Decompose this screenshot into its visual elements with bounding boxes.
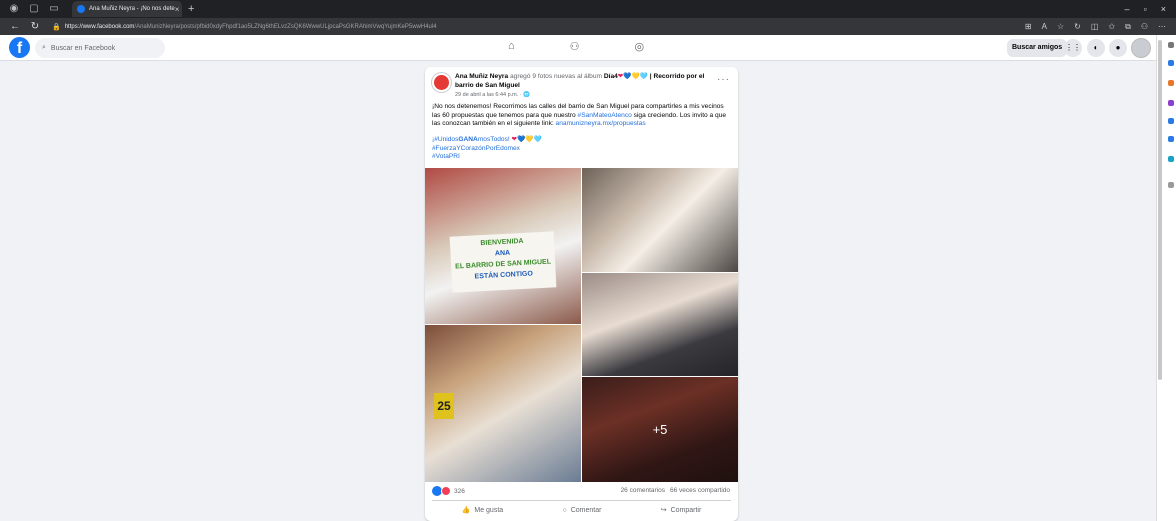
find-friends-button[interactable]: Buscar amigos <box>1007 39 1068 57</box>
page-scrollbar[interactable] <box>1158 40 1162 380</box>
price-tag: 25 <box>434 393 454 419</box>
proposals-link[interactable]: anamunizneyra.mx/propuestas <box>556 120 646 127</box>
hashtag-unidos-prefix: ¡#Unidos <box>432 136 459 143</box>
profile-icon[interactable]: ◉ <box>8 3 20 15</box>
gaming-icon[interactable]: ◎ <box>635 40 645 53</box>
minimize-icon[interactable]: – <box>1125 4 1130 14</box>
tab-actions-icon[interactable]: ▭ <box>48 3 60 15</box>
url-field[interactable]: 🔒 https://www.facebook.com/AnaMunizNeyra… <box>52 23 912 31</box>
sidebar-office-icon[interactable] <box>1168 118 1174 124</box>
facebook-favicon-icon <box>77 5 85 13</box>
divider <box>432 500 731 501</box>
comment-button[interactable]: ○ Comentar <box>562 503 601 517</box>
groups-icon[interactable]: ⚇ <box>570 40 580 53</box>
tab-title: Ana Muñiz Neyra - ¡No nos dete <box>89 6 175 12</box>
hashtag-votapri[interactable]: #VotaPRI <box>432 153 542 162</box>
shares-count[interactable]: 66 veces compartido <box>670 487 730 494</box>
post-options-icon[interactable]: ··· <box>717 74 730 85</box>
share-button[interactable]: ↪ Compartir <box>661 503 702 517</box>
reactions-summary[interactable]: 326 <box>432 486 465 496</box>
window-controls: – ▫ × <box>1125 4 1176 14</box>
photo-gallery: BIENVENIDA ANA EL BARRIO DE SAN MIGUEL E… <box>425 168 738 482</box>
facebook-logo[interactable]: f <box>9 37 30 58</box>
comment-icon: ○ <box>562 506 567 514</box>
post-hashtags: ¡#UnidosGANAmosTodos! ❤💙💛🩵 #FuerzaYCoraz… <box>432 136 542 162</box>
new-tab-button[interactable]: + <box>188 3 194 15</box>
account-avatar[interactable] <box>1131 38 1151 58</box>
post-text: ¡No nos detenemos! Recorrimos las calles… <box>432 103 732 129</box>
hashtag-unidos-suffix: mosTodos! <box>477 136 510 143</box>
post-card: Ana Muñiz Neyra agregó 9 fotos nuevas al… <box>425 67 738 521</box>
home-icon[interactable]: ⌂ <box>508 40 515 53</box>
favorite-star-icon[interactable]: ☆ <box>1057 22 1064 32</box>
favorites-icon[interactable]: ✩ <box>1108 22 1115 32</box>
collections-icon[interactable]: ⧉ <box>1125 22 1131 32</box>
browser-tab-bar: ◉ ▢ ▭ Ana Muñiz Neyra - ¡No nos dete × +… <box>0 0 1176 18</box>
thumbs-up-icon: 👍 <box>461 507 471 514</box>
workspaces-icon[interactable]: ▢ <box>28 3 40 15</box>
reaction-count: 326 <box>454 487 465 495</box>
refresh-icon[interactable]: ↻ <box>30 21 40 32</box>
comments-count[interactable]: 26 comentarios <box>621 487 665 494</box>
apps-icon[interactable]: ⊞ <box>1025 22 1032 32</box>
search-icon: ⌕ <box>42 44 46 51</box>
photo-5[interactable]: +5 <box>582 377 738 482</box>
post-action-text: agregó 9 fotos nuevas al álbum <box>509 73 602 80</box>
facebook-header: f ⌕ Buscar en Facebook ⌂ ⚇ ◎ Buscar amig… <box>0 35 1156 61</box>
photo-1[interactable]: BIENVENIDA ANA EL BARRIO DE SAN MIGUEL E… <box>425 168 581 324</box>
browser-tab[interactable]: Ana Muñiz Neyra - ¡No nos dete × <box>72 1 182 17</box>
sidebar-search-icon[interactable] <box>1168 42 1174 48</box>
messenger-icon[interactable]: ◐ <box>1087 39 1105 57</box>
love-reaction-icon <box>441 486 451 496</box>
like-label: Me gusta <box>474 506 504 514</box>
profile-browser-icon[interactable]: ⚇ <box>1141 22 1148 32</box>
post-actions: 👍 Me gusta ○ Comentar ↪ Compartir <box>432 503 731 517</box>
main-nav: ⌂ ⚇ ◎ <box>508 40 644 53</box>
url-path: /AnaMunizNeyra/posts/pfbid0xdyFhpdf1ao5L… <box>134 23 437 30</box>
lock-icon: 🔒 <box>52 23 61 31</box>
share-label: Compartir <box>670 506 702 514</box>
sidebar-tag-icon[interactable] <box>1168 60 1174 66</box>
post-timestamp[interactable]: 29 de abril a las 6:44 p.m. · 🌐 <box>455 92 530 98</box>
author-name[interactable]: Ana Muñiz Neyra <box>455 73 508 80</box>
post-header: Ana Muñiz Neyra agregó 9 fotos nuevas al… <box>455 73 715 90</box>
hashtag-unidos[interactable]: ¡#UnidosGANAmosTodos! ❤💙💛🩵 <box>432 136 542 145</box>
album-emoji: ❤💙💛🩵 <box>617 73 648 80</box>
close-window-icon[interactable]: × <box>1161 4 1166 14</box>
album-prefix[interactable]: Día4 <box>604 73 618 80</box>
search-input[interactable]: ⌕ Buscar en Facebook <box>35 38 165 58</box>
share-icon: ↪ <box>660 507 667 514</box>
back-icon[interactable]: ← <box>10 21 20 32</box>
more-photos-overlay[interactable]: +5 <box>582 377 738 482</box>
read-aloud-icon[interactable]: A <box>1042 22 1047 32</box>
sidebar-games-icon[interactable] <box>1168 100 1174 106</box>
split-screen-icon[interactable]: ◫ <box>1091 22 1099 32</box>
like-button[interactable]: 👍 Me gusta <box>462 503 504 517</box>
hashtag-san-mateo[interactable]: #SanMateoAtenco <box>578 112 632 119</box>
url-host: https://www.facebook.com <box>64 23 135 30</box>
search-placeholder: Buscar en Facebook <box>50 44 116 52</box>
photo-4[interactable]: 25 <box>425 325 581 482</box>
sidebar-send-icon[interactable] <box>1168 156 1174 162</box>
address-bar: ← ↻ 🔒 https://www.facebook.com/AnaMunizN… <box>0 18 1176 35</box>
photo-2[interactable] <box>582 168 738 272</box>
author-avatar[interactable] <box>432 73 451 92</box>
hashtag-fuerza[interactable]: #FuerzaYCorazónPorEdomex <box>432 145 542 154</box>
close-tab-icon[interactable]: × <box>175 5 180 14</box>
photo-3[interactable] <box>582 273 738 376</box>
menu-grid-icon[interactable]: ⋮⋮ <box>1064 39 1082 57</box>
notifications-bell-icon[interactable]: ● <box>1109 39 1127 57</box>
hashtag-unidos-emoji: ❤💙💛🩵 <box>511 136 542 143</box>
hashtag-unidos-bold: GANA <box>458 136 478 143</box>
post-stats: 26 comentarios 66 veces compartido <box>621 487 730 494</box>
browser-toolbar: ⊞ A ☆ ↻ ◫ ✩ ⧉ ⚇ ⋯ <box>1025 22 1176 32</box>
sidebar-outlook-icon[interactable] <box>1168 136 1174 142</box>
welcome-sign: BIENVENIDA ANA EL BARRIO DE SAN MIGUEL E… <box>449 231 557 293</box>
comment-label: Comentar <box>570 506 602 514</box>
sidebar-add-icon[interactable] <box>1168 182 1174 188</box>
more-icon[interactable]: ⋯ <box>1158 22 1166 32</box>
maximize-icon[interactable]: ▫ <box>1144 4 1147 14</box>
sidebar-tools-icon[interactable] <box>1168 80 1174 86</box>
refresh-page-icon[interactable]: ↻ <box>1074 22 1081 32</box>
